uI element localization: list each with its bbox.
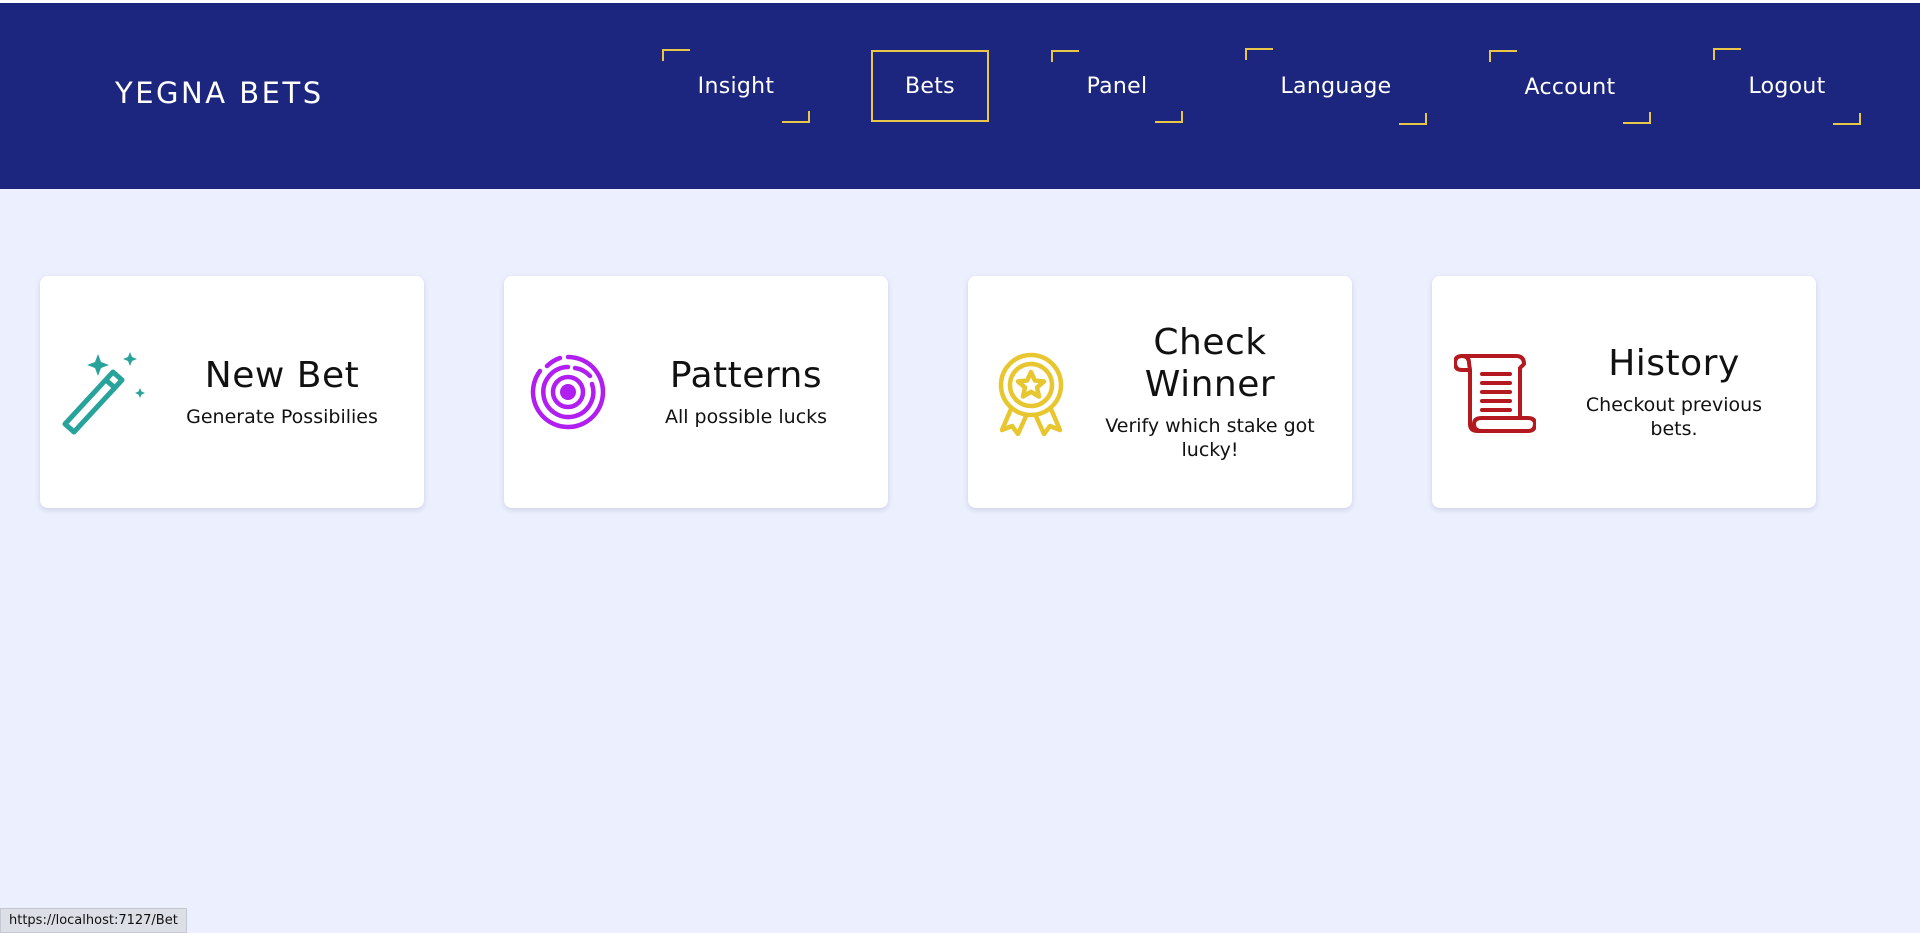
card-description: Verify which stake got lucky! [1105,415,1315,461]
bracket-corner [1623,112,1651,124]
card-title: New Bet [204,355,360,396]
nav-logout[interactable]: Logout [1713,48,1861,125]
bracket-corner [782,111,810,123]
new-bet-text: New Bet Generate Possibilies [162,346,402,438]
nav-logout-label: Logout [1748,74,1826,99]
bracket-corner [1051,50,1079,62]
card-description: All possible lucks [664,406,828,428]
patterns-card[interactable]: Patterns All possible lucks [504,276,888,508]
bracket-corner [1245,48,1273,60]
bracket-corner [1155,111,1183,123]
history-card[interactable]: History Checkout previous bets. [1432,276,1816,508]
bracket-corner [662,49,690,61]
history-text: History Checkout previous bets. [1554,334,1794,450]
card-title: Patterns [669,355,823,396]
nav-language-label: Language [1280,74,1392,99]
brand-logo[interactable]: YEGNA BETS [115,76,324,110]
nav-bets[interactable]: Bets [871,50,989,122]
nav-bets-label: Bets [905,73,955,99]
check-winner-card[interactable]: Check Winner Verify which stake got luck… [968,276,1352,508]
nav-panel-label: Panel [1086,74,1148,99]
new-bet-card[interactable]: New Bet Generate Possibilies [40,276,424,508]
card-description: Checkout previous bets. [1585,394,1763,440]
card-title: History [1608,343,1740,384]
bracket-corner [1399,113,1427,125]
patterns-text: Patterns All possible lucks [626,346,866,438]
status-bar-url: https://localhost:7127/Bet [0,908,187,933]
target-icon [530,354,606,430]
nav-language[interactable]: Language [1245,48,1427,125]
top-navbar: YEGNA BETS Insight Bets Panel Language A… [0,3,1920,189]
bracket-corner [1713,48,1741,60]
nav-account[interactable]: Account [1489,50,1651,124]
scroll-icon [1454,354,1536,433]
bracket-corner [1833,113,1861,125]
nav-insight[interactable]: Insight [662,49,810,123]
bracket-corner [1489,50,1517,62]
nav-account-label: Account [1524,74,1616,100]
card-title: Check Winner [1144,322,1276,405]
magic-wand-icon [62,352,145,435]
check-winner-text: Check Winner Verify which stake got luck… [1090,314,1330,470]
nav-insight-label: Insight [697,73,775,99]
card-description: Generate Possibilies [186,406,378,428]
award-ribbon-icon [998,352,1064,436]
nav-panel[interactable]: Panel [1051,50,1183,123]
